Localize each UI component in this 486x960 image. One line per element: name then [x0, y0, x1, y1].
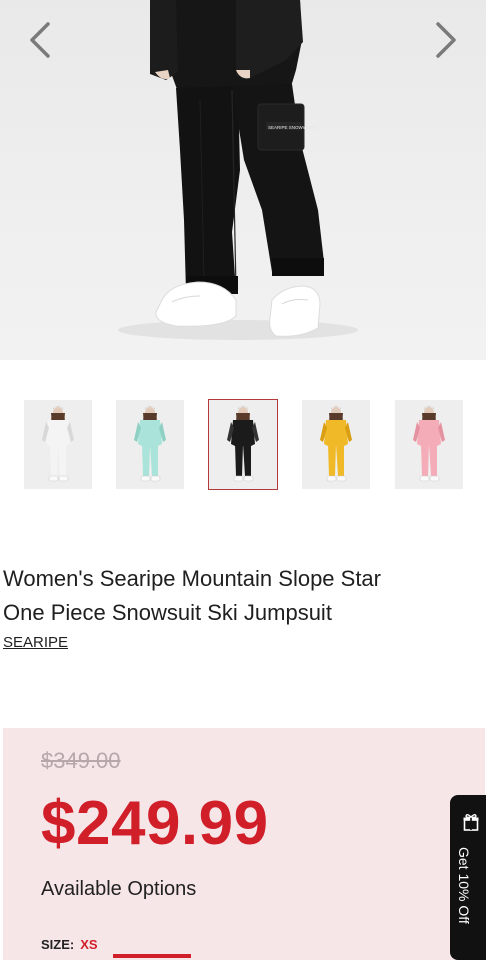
price-panel: $349.00 $249.99 Available Options SIZE: X…: [3, 728, 485, 960]
chevron-left-icon: [30, 22, 50, 58]
thumbnail-pink[interactable]: [395, 400, 463, 489]
chevron-right-icon: [436, 22, 456, 58]
jumpsuit-photo: SEARIPE SNOWWEAR: [118, 0, 358, 340]
product-page: SEARIPE SNOWWEAR Women's Searipe Mountai…: [0, 0, 486, 960]
discount-tab-label: Get 10% Off: [456, 847, 472, 924]
thumbnail-white[interactable]: [24, 400, 92, 489]
product-title-line-2: One Piece Snowsuit Ski Jumpsuit: [3, 600, 332, 625]
thumbnail-figure: [209, 400, 277, 489]
size-selector-label: SIZE: XS: [41, 937, 98, 952]
product-title: Women's Searipe Mountain Slope Star One …: [3, 562, 479, 630]
original-price: $349.00: [41, 748, 121, 773]
sale-price: $249.99: [41, 789, 269, 858]
discount-side-tab[interactable]: Get 10% Off: [450, 795, 486, 960]
thumbnail-figure: [395, 400, 463, 489]
thumbnail-strip: [0, 399, 486, 490]
thumbnail-black[interactable]: [208, 399, 278, 490]
previous-image-button[interactable]: [22, 18, 58, 62]
thumbnail-figure: [116, 400, 184, 489]
gift-icon: [463, 814, 479, 831]
thumbnail-yellow[interactable]: [302, 400, 370, 489]
size-selected-value: XS: [80, 937, 98, 952]
thumbnail-figure: [24, 400, 92, 489]
available-options-heading: Available Options: [41, 878, 197, 900]
pants-patch-label: SEARIPE SNOWWEAR: [268, 125, 317, 130]
next-image-button[interactable]: [428, 18, 464, 62]
product-title-line-1: Women's Searipe Mountain Slope Star: [3, 566, 381, 591]
thumbnail-mint[interactable]: [116, 400, 184, 489]
thumbnail-figure: [302, 400, 370, 489]
product-hero-image[interactable]: SEARIPE SNOWWEAR: [0, 0, 486, 360]
size-option-indicator[interactable]: [113, 954, 191, 958]
brand-link[interactable]: SEARIPE: [3, 634, 68, 651]
size-label: SIZE:: [41, 937, 75, 952]
